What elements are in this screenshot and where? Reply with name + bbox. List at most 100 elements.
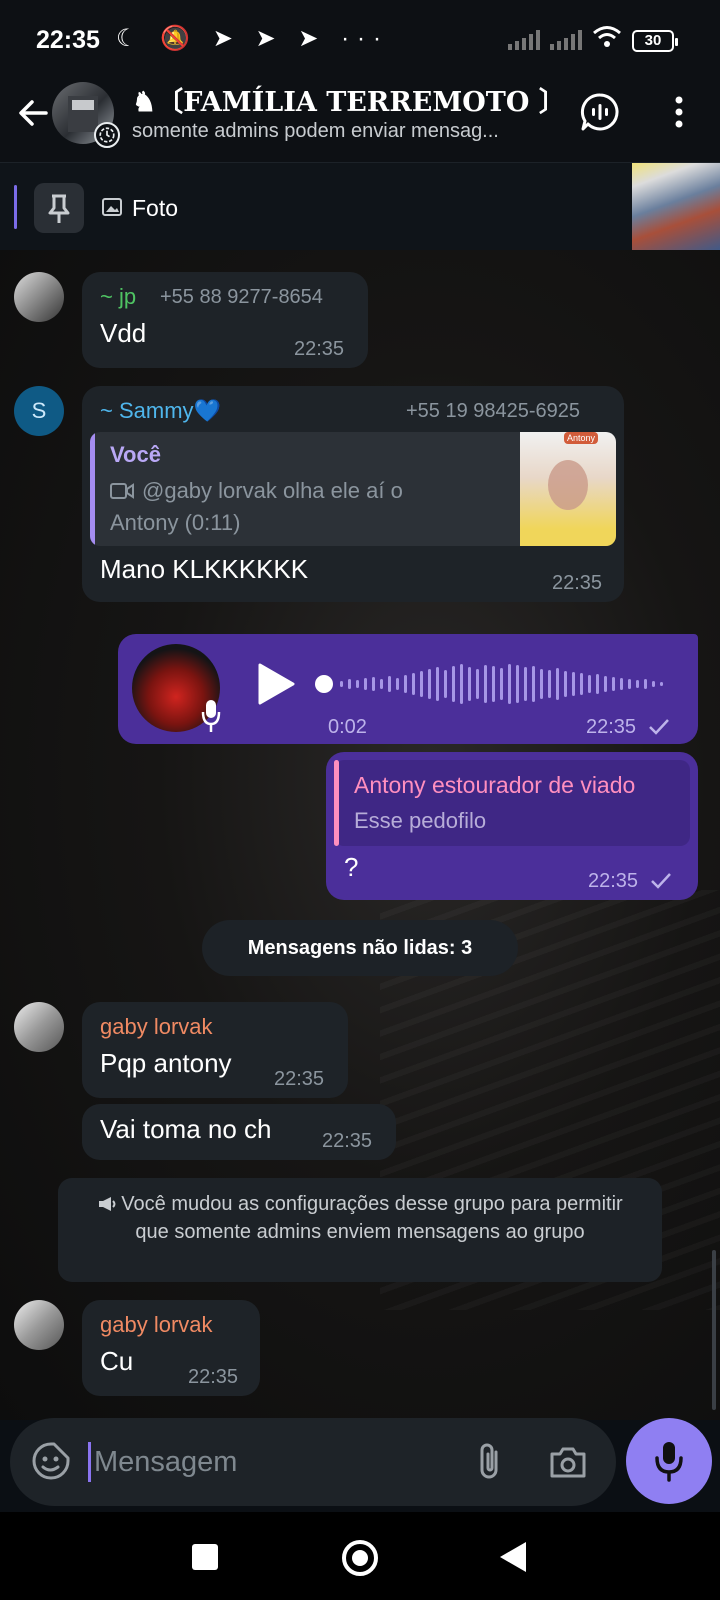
message-time: 22:35 — [588, 870, 639, 892]
pinned-photo-thumbnail[interactable] — [632, 163, 720, 251]
waveform-bar — [340, 681, 343, 687]
waveform-bar — [364, 678, 367, 690]
voice-waveform[interactable] — [314, 662, 666, 706]
waveform-bar — [420, 671, 423, 697]
waveform-bar — [628, 679, 631, 689]
message-text: Cu — [100, 1346, 134, 1376]
waveform-bar — [588, 675, 591, 693]
waveform-bar — [532, 666, 535, 702]
waveform-bar — [516, 665, 519, 703]
waveform-bar — [556, 668, 559, 700]
sender-name[interactable]: gaby lorvak — [100, 1014, 213, 1040]
outgoing-reply-bubble[interactable]: Antony estourador de viado Esse pedofilo… — [326, 752, 698, 900]
waveform-bar — [396, 678, 399, 690]
waveform-bar — [356, 680, 359, 688]
status-time: 22:35 — [36, 26, 100, 54]
pin-icon — [48, 194, 70, 223]
waveform-bar — [492, 666, 495, 702]
status-bar: 22:35 ☾ 🔕 ➤ ➤ ➤ ··· 30 — [0, 0, 720, 80]
voice-chat-icon[interactable] — [580, 92, 620, 132]
battery-indicator: 30 — [632, 30, 678, 52]
check-icon — [649, 719, 669, 735]
message-time: 22:35 — [188, 1366, 239, 1388]
pinned-indicator — [14, 185, 17, 229]
waveform-bar — [644, 679, 647, 689]
waveform-bar — [564, 671, 567, 697]
message-time: 22:35 — [586, 716, 637, 738]
mic-icon — [201, 700, 221, 732]
waveform-bar — [596, 674, 599, 694]
waveform-bar — [612, 677, 615, 691]
waveform-playhead — [315, 675, 333, 693]
timer-icon — [94, 122, 120, 148]
message-bubble-gaby[interactable]: gaby lorvak Pqp antony 22:35 — [82, 1002, 348, 1098]
reply-indicator — [334, 760, 339, 846]
group-subtitle: somente admins podem enviar mensag... — [132, 120, 499, 142]
waveform-bar — [372, 677, 375, 691]
sender-phone: +55 19 98425-6925 — [406, 400, 581, 422]
unread-messages-divider: Mensagens não lidas: 3 — [202, 920, 518, 976]
service-text: Você mudou as configurações desse grupo … — [121, 1193, 623, 1243]
sender-name[interactable]: gaby lorvak — [100, 1312, 213, 1338]
home-button[interactable] — [342, 1540, 378, 1576]
waveform-bar — [652, 681, 655, 687]
chat-area[interactable]: ~ jp +55 88 9277-8654 Vdd 22:35 S ~ Samm… — [0, 250, 720, 1420]
avatar-gaby[interactable] — [14, 1002, 64, 1052]
group-title[interactable]: ♞〔FAMÍLIA TERREMOTO 〕 — [132, 80, 566, 119]
sender-name[interactable]: ~ Sammy💙 — [100, 398, 221, 424]
sticker-icon[interactable] — [30, 1440, 72, 1482]
message-text: Vai toma no ch — [100, 1114, 272, 1144]
message-composer — [10, 1418, 616, 1506]
avatar-sammy[interactable]: S — [14, 386, 64, 436]
record-voice-button[interactable] — [626, 1418, 712, 1504]
waveform-bar — [484, 665, 487, 703]
message-bubble-gaby-3[interactable]: gaby lorvak Cu 22:35 — [82, 1300, 260, 1396]
message-text: Pqp antony — [100, 1048, 232, 1078]
waveform-bar — [452, 666, 455, 702]
message-bubble-sammy[interactable]: ~ Sammy💙 +55 19 98425-6925 Você @gaby lo… — [82, 386, 624, 602]
reply-indicator — [90, 432, 95, 546]
avatar-gaby[interactable] — [14, 1300, 64, 1350]
reply-text-line2: Antony (0:11) — [110, 510, 241, 535]
megaphone-icon — [99, 1197, 116, 1211]
reply-preview[interactable]: Antony estourador de viado Esse pedofilo — [334, 760, 690, 846]
waveform-bar — [468, 667, 471, 701]
waveform-bar — [620, 678, 623, 690]
photo-icon — [102, 198, 122, 216]
play-icon[interactable] — [256, 662, 296, 706]
waveform-bar — [580, 673, 583, 695]
waveform-bar — [436, 667, 439, 701]
status-notification-icons: ☾ 🔕 ➤ ➤ ➤ ··· — [116, 25, 390, 52]
reply-thumbnail: Antony — [520, 432, 616, 546]
camera-icon[interactable] — [546, 1440, 590, 1484]
chat-scrollbar[interactable] — [712, 1250, 716, 1410]
pinned-label: Foto — [132, 195, 179, 221]
wifi-icon — [593, 26, 621, 47]
paperclip-icon[interactable] — [470, 1440, 510, 1484]
back-arrow-icon[interactable] — [14, 94, 52, 132]
message-input[interactable] — [94, 1438, 434, 1486]
message-bubble-gaby-2[interactable]: Vai toma no ch 22:35 — [82, 1104, 396, 1160]
message-text: Mano KLKKKKKK — [100, 554, 309, 584]
pinned-message-bar[interactable]: Foto — [0, 162, 720, 251]
waveform-bar — [460, 664, 463, 704]
message-time: 22:35 — [274, 1068, 325, 1090]
more-vert-icon[interactable] — [664, 94, 694, 130]
pin-button[interactable] — [34, 183, 84, 233]
video-icon — [110, 483, 134, 499]
message-text: Vdd — [100, 318, 147, 348]
waveform-bar — [636, 680, 639, 688]
avatar-jp[interactable] — [14, 272, 64, 322]
sender-name[interactable]: ~ jp — [100, 284, 136, 310]
waveform-bar — [380, 679, 383, 689]
waveform-bar — [540, 669, 543, 699]
recent-apps-button[interactable] — [192, 1544, 218, 1570]
waveform-bar — [548, 670, 551, 698]
voice-duration: 0:02 — [328, 716, 367, 738]
system-back-button[interactable] — [500, 1542, 526, 1572]
waveform-bar — [444, 670, 447, 698]
message-bubble-jp[interactable]: ~ jp +55 88 9277-8654 Vdd 22:35 — [82, 272, 368, 368]
waveform-bar — [508, 664, 511, 704]
voice-message-bubble[interactable]: 0:02 22:35 — [118, 634, 698, 744]
reply-preview[interactable]: Você @gaby lorvak olha ele aí o Antony (… — [90, 432, 616, 546]
